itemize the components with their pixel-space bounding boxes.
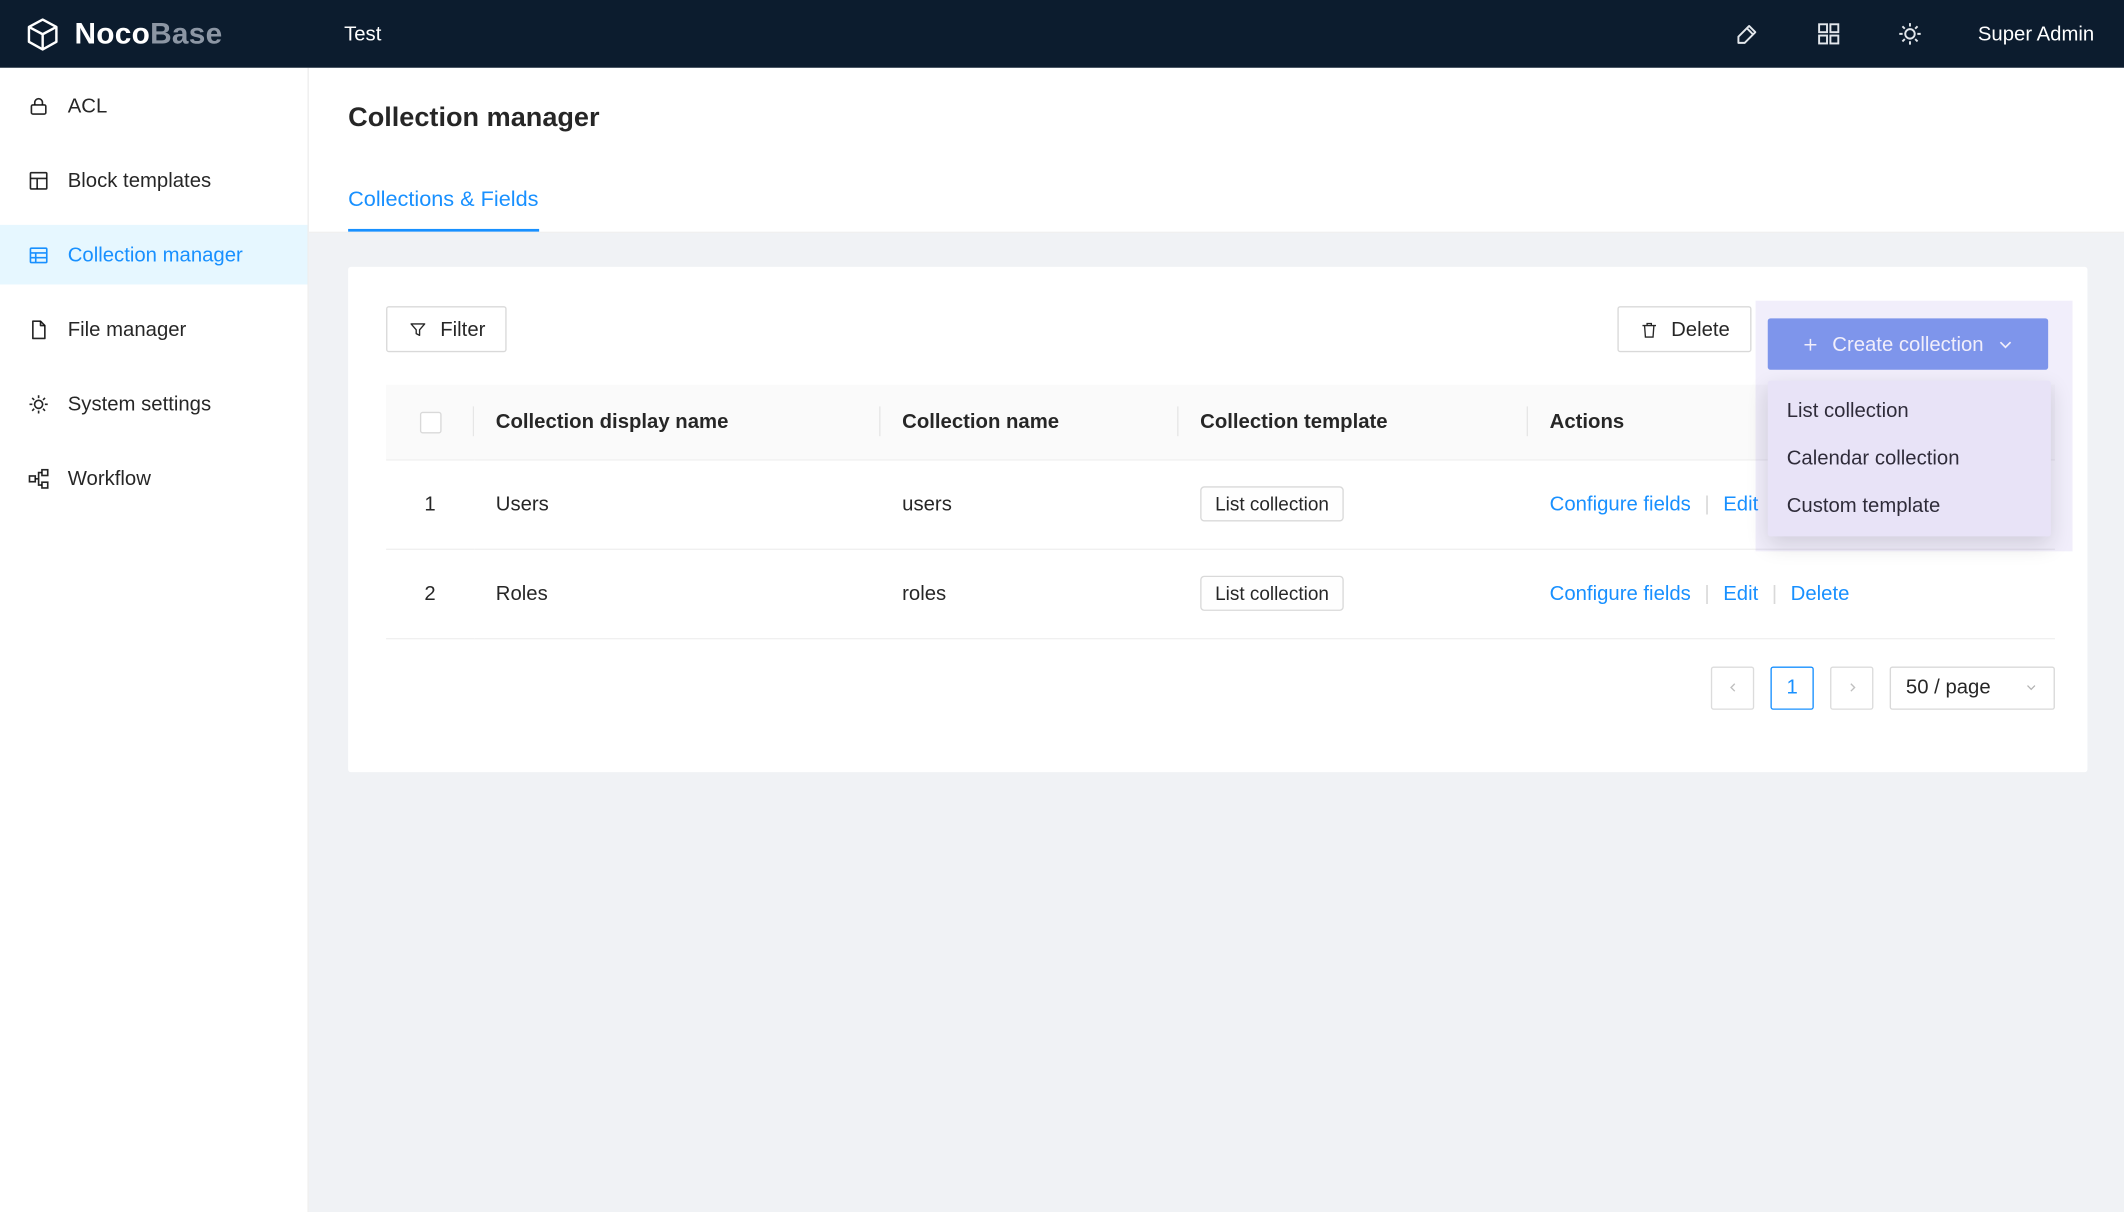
delete-link[interactable]: Delete	[1791, 582, 1850, 605]
chevron-down-icon	[2024, 680, 2039, 695]
sidebar-item-file-manager[interactable]: File manager	[0, 299, 307, 359]
sidebar-item-label: Collection manager	[68, 243, 243, 266]
template-tag: List collection	[1200, 486, 1344, 521]
edit-link[interactable]: Edit	[1723, 582, 1758, 605]
column-header-collection-name: Collection name	[880, 385, 1178, 460]
edit-link[interactable]: Edit	[1723, 492, 1758, 515]
chevron-right-icon	[1844, 680, 1859, 695]
workflow-icon	[27, 467, 50, 490]
cell-display-name: Roles	[474, 549, 880, 638]
action-separator: |	[1772, 582, 1777, 605]
page-size-select[interactable]: 50 / page	[1890, 666, 2055, 709]
layout-icon	[27, 169, 50, 192]
sidebar-item-acl[interactable]: ACL	[0, 76, 307, 136]
pagination: 1 50 / page	[386, 666, 2055, 709]
lock-icon	[27, 94, 50, 117]
page-title: Collection manager	[348, 103, 2086, 134]
main-content: Collection manager Collections & Fields …	[309, 68, 2124, 1212]
configure-fields-link[interactable]: Configure fields	[1550, 492, 1691, 515]
sidebar-item-system-settings[interactable]: System settings	[0, 374, 307, 434]
sidebar-item-collection-manager[interactable]: Collection manager	[0, 225, 307, 285]
menu-item-calendar-collection[interactable]: Calendar collection	[1768, 435, 2051, 482]
column-header-collection-template: Collection template	[1179, 385, 1528, 460]
create-collection-menu: List collection Calendar collection Cust…	[1768, 381, 2051, 537]
menu-item-custom-template[interactable]: Custom template	[1768, 482, 2051, 529]
file-icon	[27, 318, 50, 341]
cube-icon	[24, 16, 61, 53]
pagination-prev-button[interactable]	[1711, 666, 1754, 709]
cell-collection-name: roles	[880, 549, 1178, 638]
top-right-actions: Super Admin	[1734, 20, 2124, 47]
chevron-left-icon	[1725, 680, 1740, 695]
column-header-display-name: Collection display name	[474, 385, 880, 460]
sidebar-item-label: System settings	[68, 392, 211, 415]
create-collection-region: Create collection List collection Calend…	[1756, 301, 2073, 552]
menu-item-list-collection[interactable]: List collection	[1768, 387, 2051, 434]
template-tag: List collection	[1200, 576, 1344, 611]
tab-bar: Collections & Fields	[348, 188, 2086, 231]
plus-icon	[1800, 334, 1820, 354]
page-header: Collection manager Collections & Fields	[309, 68, 2124, 233]
select-all-checkbox[interactable]	[419, 411, 441, 433]
create-collection-button[interactable]: Create collection	[1768, 318, 2048, 369]
logo-text: NocoBase	[75, 16, 223, 51]
row-index: 1	[386, 459, 474, 548]
app-window: NocoBase Test	[0, 0, 2124, 1212]
action-separator: |	[1704, 492, 1709, 515]
sidebar-item-workflow[interactable]: Workflow	[0, 448, 307, 508]
top-menu-item-test[interactable]: Test	[344, 22, 381, 45]
trash-icon	[1639, 319, 1659, 339]
top-navbar: NocoBase Test	[0, 0, 2124, 68]
settings-sidebar: ACL Block templates Collection manager F…	[0, 68, 309, 1212]
configure-fields-link[interactable]: Configure fields	[1550, 582, 1691, 605]
cell-display-name: Users	[474, 459, 880, 548]
chevron-down-icon	[1996, 334, 2016, 354]
table-icon	[27, 243, 50, 266]
nocobase-logo[interactable]: NocoBase	[0, 16, 309, 53]
delete-button[interactable]: Delete	[1617, 306, 1752, 352]
pagination-page-1[interactable]: 1	[1770, 666, 1813, 709]
row-index: 2	[386, 549, 474, 638]
action-separator: |	[1704, 582, 1709, 605]
sidebar-item-label: ACL	[68, 94, 108, 117]
current-user[interactable]: Super Admin	[1978, 22, 2094, 45]
sidebar-item-label: Block templates	[68, 169, 211, 192]
gear-icon[interactable]	[1897, 20, 1924, 47]
highlighter-icon[interactable]	[1734, 20, 1761, 47]
sidebar-item-label: File manager	[68, 318, 187, 341]
tab-collections-and-fields[interactable]: Collections & Fields	[348, 188, 538, 231]
apps-grid-icon[interactable]	[1815, 20, 1842, 47]
pagination-next-button[interactable]	[1830, 666, 1873, 709]
table-row: 2 Roles roles List collection Configure …	[386, 549, 2055, 638]
sidebar-item-block-templates[interactable]: Block templates	[0, 150, 307, 210]
gear-icon	[27, 392, 50, 415]
filter-icon	[408, 319, 428, 339]
cell-collection-name: users	[880, 459, 1178, 548]
sidebar-item-label: Workflow	[68, 467, 151, 490]
filter-button[interactable]: Filter	[386, 306, 507, 352]
